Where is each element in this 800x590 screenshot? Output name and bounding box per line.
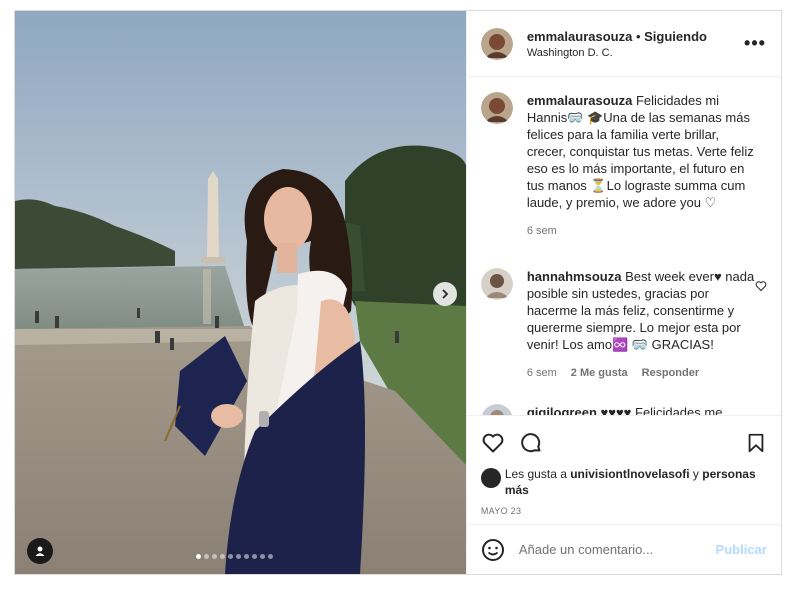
- post-actions: Les gusta a univisiontlnovelasofi y pers…: [466, 415, 781, 516]
- publish-button[interactable]: Publicar: [716, 542, 767, 557]
- post-location[interactable]: Washington D. C.: [527, 47, 743, 59]
- comment-composer: Publicar: [466, 524, 781, 574]
- carousel-indicator: [196, 554, 273, 559]
- comments-list[interactable]: emmalaurasouza Felicidades mi Hannis🥽 🎓U…: [467, 78, 781, 415]
- carousel-dot: [260, 554, 265, 559]
- avatar[interactable]: [480, 468, 501, 488]
- ellipsis-icon: •••: [744, 33, 766, 53]
- post-media[interactable]: [15, 11, 466, 574]
- more-options-button[interactable]: •••: [743, 33, 767, 54]
- comment-time[interactable]: 6 sem: [527, 365, 557, 382]
- comment-bubble-icon[interactable]: [519, 431, 543, 455]
- carousel-dot: [212, 554, 217, 559]
- bookmark-icon[interactable]: [745, 432, 767, 454]
- avatar[interactable]: [480, 27, 513, 60]
- post-date[interactable]: MAYO 23: [467, 498, 781, 516]
- post-dialog: emmalaurasouza • Siguiendo Washington D.…: [14, 10, 782, 575]
- heart-icon[interactable]: [755, 280, 767, 292]
- comment-input[interactable]: [518, 542, 716, 557]
- carousel-dot: [244, 554, 249, 559]
- reply-button[interactable]: Responder: [642, 365, 699, 382]
- carousel-dot: [252, 554, 257, 559]
- comment-time[interactable]: 6 sem: [527, 223, 557, 240]
- carousel-dot: [268, 554, 273, 559]
- carousel-dot: [220, 554, 225, 559]
- comment-text: ♥♥♥♥ Felicidades me: [600, 405, 723, 415]
- comment-text: Felicidades mi Hannis🥽 🎓Una de las seman…: [526, 93, 754, 210]
- liker-username[interactable]: univisiontlnovelasofi: [570, 467, 689, 481]
- like-heart-icon[interactable]: [481, 431, 505, 455]
- header-separator: •: [635, 28, 641, 44]
- following-button[interactable]: Siguiendo: [644, 29, 707, 44]
- avatar[interactable]: [481, 404, 513, 415]
- carousel-dot: [228, 554, 233, 559]
- author-username[interactable]: emmalaurasouza: [527, 29, 633, 44]
- carousel-next-button[interactable]: [433, 282, 457, 306]
- avatar[interactable]: [480, 92, 513, 124]
- likes-prefix: Les gusta a: [504, 467, 567, 481]
- likes-summary: Les gusta a univisiontlnovelasofi y pers…: [467, 456, 781, 498]
- comment-username[interactable]: emmalaurasouza: [527, 93, 633, 108]
- avatar[interactable]: [480, 268, 513, 300]
- caption: emmalaurasouza Felicidades mi Hannis🥽 🎓U…: [480, 92, 767, 240]
- carousel-dot: [236, 554, 241, 559]
- likes-middle: y: [692, 467, 699, 481]
- chevron-right-icon: [442, 289, 449, 299]
- comment-likes[interactable]: 2 Me gusta: [571, 365, 628, 382]
- graduation-photo: [15, 11, 466, 574]
- post-header: emmalaurasouza • Siguiendo Washington D.…: [466, 11, 781, 77]
- carousel-dot: [196, 554, 201, 559]
- post-sidebar: emmalaurasouza • Siguiendo Washington D.…: [465, 11, 781, 574]
- carousel-dot: [204, 554, 209, 559]
- emoji-icon[interactable]: [481, 538, 505, 562]
- comment-username[interactable]: hannahmsouza: [527, 269, 622, 284]
- comment-item: hannahmsouza Best week ever♥ nada posibl…: [480, 268, 767, 382]
- tagged-users-button[interactable]: [27, 538, 53, 564]
- comment-username[interactable]: gigilogreen: [527, 405, 597, 415]
- user-icon: [35, 546, 45, 556]
- comment-item: gigilogreen ♥♥♥♥ Felicidades me: [481, 404, 767, 415]
